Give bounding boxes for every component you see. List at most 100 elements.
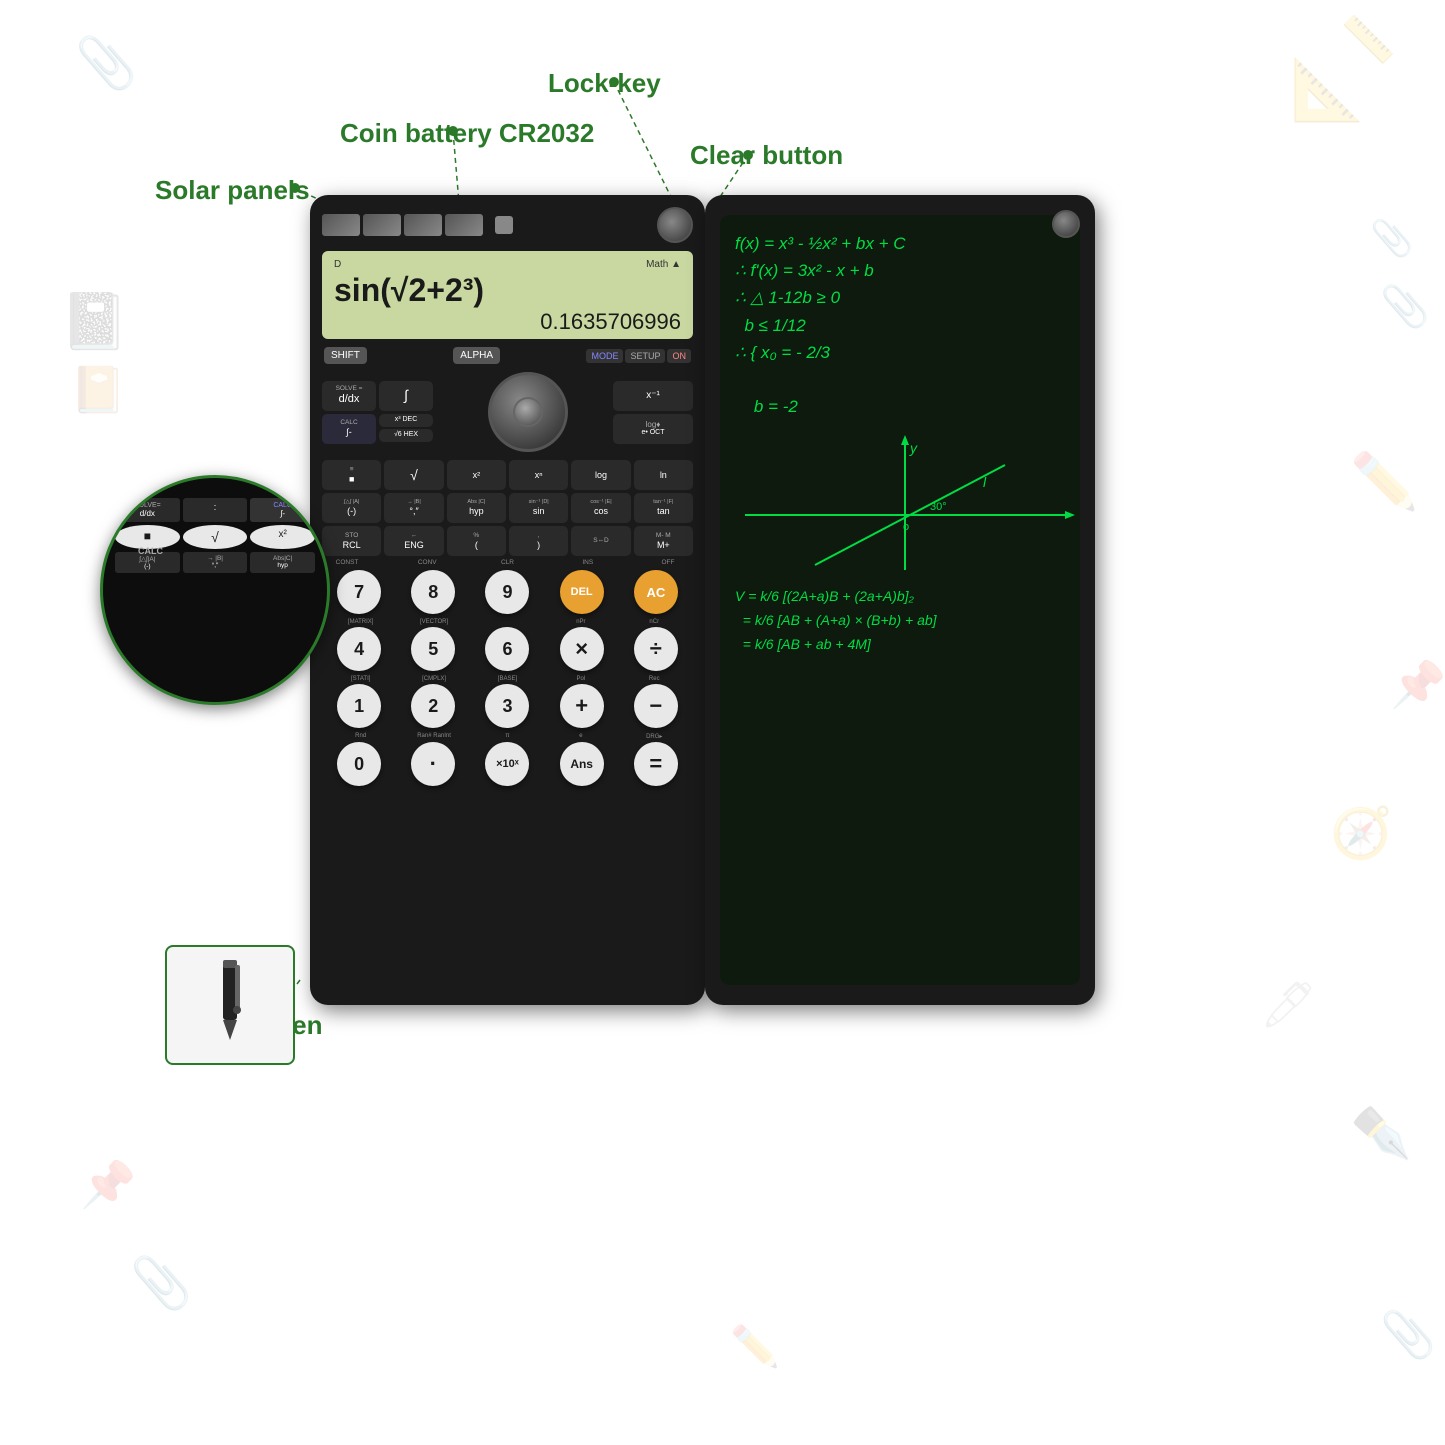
- numpad-row-123: 1 2 3 + −: [322, 684, 693, 728]
- key-plus[interactable]: +: [560, 684, 604, 728]
- negative-key[interactable]: ∫△∫ |A|(-): [322, 493, 381, 523]
- nav-area: [446, 372, 609, 452]
- key-equals[interactable]: =: [634, 742, 678, 786]
- svg-text:l: l: [983, 474, 987, 490]
- shift-button[interactable]: SHIFT: [324, 347, 367, 364]
- x-inverse-key[interactable]: x⁻¹: [613, 381, 693, 411]
- abs-key[interactable]: Abs |C|hyp: [447, 493, 506, 523]
- key-0[interactable]: 0: [337, 742, 381, 786]
- key-multiply[interactable]: ×: [560, 627, 604, 671]
- calculator-body: D Math ▲ sin(√2+2³) 0.1635706996 SHIFT A…: [310, 195, 705, 1005]
- coin-battery: [495, 216, 513, 234]
- numpad-labels-row1: CONST CONV CLR INS OFF: [322, 559, 693, 566]
- solar-panel-2: [363, 214, 401, 236]
- label-clear: Clear button: [690, 140, 843, 171]
- numpad-row-789: 7 8 9 DEL AC: [322, 570, 693, 614]
- label-lockkey: Lock-key: [548, 68, 661, 99]
- solar-panel-3: [404, 214, 442, 236]
- right-nav-keys: x⁻¹ log♦e• OCT: [613, 381, 693, 444]
- key-9[interactable]: 9: [485, 570, 529, 614]
- cos-key[interactable]: cos⁻¹ |E|cos: [571, 493, 630, 523]
- numpad-sublabels-row2: [STATI] [CMPLX] [BASE] Pol Rec: [322, 676, 693, 682]
- ins-label: INS: [563, 559, 613, 566]
- eng-key[interactable]: ←ENG: [384, 526, 443, 556]
- x3-hex-keys: x³ DEC √6 HEX: [379, 414, 433, 444]
- setup-button[interactable]: SETUP: [625, 349, 665, 363]
- solar-panel-4: [445, 214, 483, 236]
- display-indicator-d: D: [334, 259, 341, 270]
- key-ac[interactable]: AC: [634, 570, 678, 614]
- sqrt6-hex-key[interactable]: √6 HEX: [379, 429, 433, 442]
- key-8[interactable]: 8: [411, 570, 455, 614]
- display-indicator-math: Math ▲: [646, 259, 681, 270]
- x-power-n-key[interactable]: xⁿ: [509, 460, 568, 490]
- number-pad: CONST CONV CLR INS OFF 7 8 9 DEL AC [MAT…: [322, 559, 693, 786]
- display-result: 0.1635706996: [334, 309, 681, 335]
- numpad-sublabels-row1: [MATRIX] [VECTOR] nPr nCr: [322, 619, 693, 625]
- solar-panel-1: [322, 214, 360, 236]
- s-d-key[interactable]: S⇔D: [571, 526, 630, 556]
- matrix-key[interactable]: ≡■: [322, 460, 381, 490]
- key-dot[interactable]: ·: [411, 742, 455, 786]
- open-paren-key[interactable]: %(: [447, 526, 506, 556]
- close-paren-key[interactable]: ,): [509, 526, 568, 556]
- integral-key[interactable]: ∫: [379, 381, 433, 411]
- main-content: Lock-key Coin battery CR2032 Solar panel…: [0, 0, 1445, 1445]
- solve-calc-nav-row: SOLVE = d/dx ∫ CALC ∫- x³ DE: [322, 368, 693, 456]
- display-expression: sin(√2+2³): [334, 272, 681, 309]
- lock-key-button[interactable]: [657, 207, 693, 243]
- solve-calc-keys: SOLVE = d/dx ∫ CALC ∫- x³ DE: [322, 381, 442, 444]
- tablet-screen: f(x) = x³ - ½x² + bx + C ∴ f'(x) = 3x² -…: [720, 215, 1080, 985]
- key-5[interactable]: 5: [411, 627, 455, 671]
- tan-key[interactable]: tan⁻¹ |F|tan: [634, 493, 693, 523]
- key-2[interactable]: 2: [411, 684, 455, 728]
- svg-text:30°: 30°: [930, 501, 947, 513]
- calc-key[interactable]: CALC ∫-: [322, 414, 376, 444]
- key-6[interactable]: 6: [485, 627, 529, 671]
- key-x10[interactable]: ×10ˣ: [485, 742, 529, 786]
- mode-button[interactable]: MODE: [586, 349, 623, 363]
- key-ans[interactable]: Ans: [560, 742, 604, 786]
- nav-circle[interactable]: [488, 372, 568, 452]
- solar-area: [322, 207, 693, 243]
- key-divide[interactable]: ÷: [634, 627, 678, 671]
- clr-label: CLR: [483, 559, 533, 566]
- sin-key[interactable]: sin⁻¹ |D|sin: [509, 493, 568, 523]
- calculator-display: D Math ▲ sin(√2+2³) 0.1635706996: [322, 251, 693, 339]
- key-3[interactable]: 3: [485, 684, 529, 728]
- ln-key[interactable]: ln: [634, 460, 693, 490]
- key-7[interactable]: 7: [337, 570, 381, 614]
- degrees-key[interactable]: → |B|°,″: [384, 493, 443, 523]
- writing-pen-box: [165, 945, 295, 1065]
- key-4[interactable]: 4: [337, 627, 381, 671]
- rcl-key[interactable]: STORCL: [322, 526, 381, 556]
- m-plus-key[interactable]: M- MM+: [634, 526, 693, 556]
- sqrt-key[interactable]: √: [384, 460, 443, 490]
- on-button[interactable]: ON: [667, 349, 691, 363]
- top-function-row: SHIFT ALPHA MODE SETUP ON: [322, 347, 693, 364]
- numpad-row-456: 4 5 6 × ÷: [322, 627, 693, 671]
- mode-setup-on-buttons: MODE SETUP ON: [586, 349, 691, 363]
- writing-tablet: f(x) = x³ - ½x² + bx + C ∴ f'(x) = 3x² -…: [705, 195, 1095, 1005]
- log-indicator-key[interactable]: log♦e• OCT: [613, 414, 693, 444]
- svg-text:o: o: [903, 521, 909, 533]
- conv-label: CONV: [402, 559, 452, 566]
- log-key[interactable]: log: [571, 460, 630, 490]
- solar-panels: [322, 214, 483, 236]
- x3-dec-key[interactable]: x³ DEC: [379, 414, 433, 427]
- tablet-math-content: f(x) = x³ - ½x² + bx + C ∴ f'(x) = 3x² -…: [735, 230, 1065, 420]
- off-label: OFF: [643, 559, 693, 566]
- label-battery: Coin battery CR2032: [340, 118, 594, 149]
- numpad-sublabels-row3: Rnd Ran# RanInt π e DRG▸: [322, 733, 693, 740]
- key-minus[interactable]: −: [634, 684, 678, 728]
- x-squared-key[interactable]: x²: [447, 460, 506, 490]
- tablet-clear-button[interactable]: [1052, 210, 1080, 238]
- alpha-button[interactable]: ALPHA: [453, 347, 500, 364]
- zoom-content: SOLVE=d/dx : CALC∫- ■ √ x² ∫△∫|A|(-) → |…: [103, 478, 327, 585]
- nav-center[interactable]: [513, 397, 543, 427]
- key-del[interactable]: DEL: [560, 570, 604, 614]
- solve-key[interactable]: SOLVE = d/dx: [322, 381, 376, 411]
- svg-text:y: y: [909, 440, 918, 456]
- key-1[interactable]: 1: [337, 684, 381, 728]
- tablet-formulas: V = k/6 [(2A+a)B + (2a+A)b]₂ = k/6 [AB +…: [735, 585, 1065, 656]
